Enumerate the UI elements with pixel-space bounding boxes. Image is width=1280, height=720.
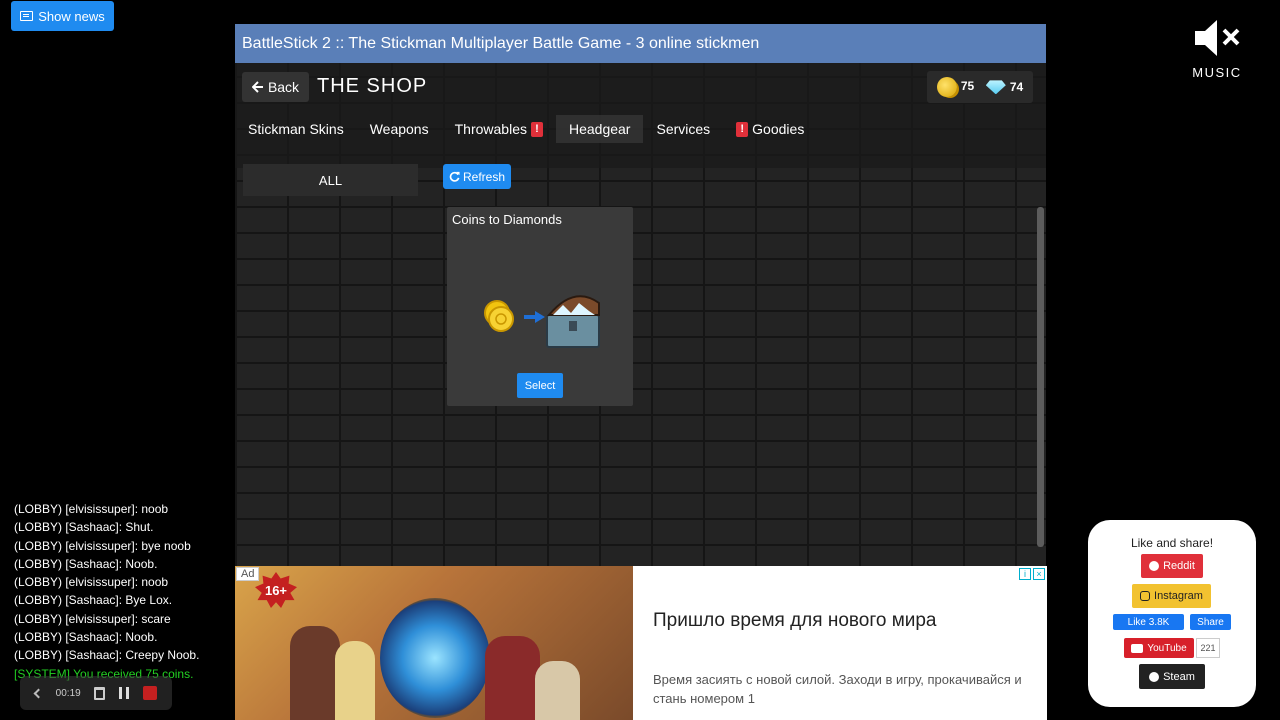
ad-character <box>335 641 375 720</box>
arrow-left-icon <box>251 81 263 93</box>
currency-panel: 75 74 <box>927 71 1033 103</box>
coin-icon <box>936 77 957 97</box>
youtube-icon <box>1131 643 1144 653</box>
ad-headline: Пришло время для нового мира <box>653 610 937 631</box>
diamond-icon <box>985 80 1006 95</box>
select-button[interactable]: Select <box>517 373 563 398</box>
shop-title: THE SHOP <box>317 75 428 97</box>
chat-log: (LOBBY) [elvisissuper]: noob (LOBBY) [Sa… <box>14 500 229 683</box>
facebook-like-button[interactable]: Like 3.8K <box>1113 614 1184 630</box>
chat-message: (LOBBY) [elvisissuper]: noob <box>14 502 169 516</box>
trash-icon[interactable] <box>94 686 106 700</box>
coins-to-chest-image <box>484 295 600 348</box>
music-label: MUSIC <box>1192 65 1242 80</box>
ad-info-icon[interactable]: i <box>1019 568 1031 580</box>
chevron-left-icon[interactable] <box>33 688 44 698</box>
refresh-icon <box>449 171 460 182</box>
back-label: Back <box>267 79 300 95</box>
refresh-button[interactable]: Refresh <box>443 164 511 189</box>
chat-message: (LOBBY) [elvisissuper]: noob <box>14 575 169 590</box>
pause-icon[interactable] <box>119 687 130 699</box>
shop-header: Back THE SHOP 75 74 Stickman Skins Weapo… <box>235 63 1046 168</box>
ad-character <box>485 636 540 720</box>
chat-message: (LOBBY) [Sashaac]: Bye Lox. <box>14 593 173 608</box>
reddit-icon <box>1149 561 1160 571</box>
game-window: BattleStick 2 :: The Stickman Multiplaye… <box>235 24 1046 566</box>
advertisement-banner[interactable]: 16+ Ad i × Пришло время для нового мира … <box>235 566 1047 720</box>
chat-message: (LOBBY) [Sashaac]: Shut. <box>14 520 154 535</box>
speaker-muted-icon <box>1195 20 1240 56</box>
share-panel: Like and share! Reddit Instagram Like 3.… <box>1088 520 1256 707</box>
ad-controls: i × <box>1019 568 1045 580</box>
recorder-bar: 00:19 <box>20 676 172 710</box>
share-title: Like and share! <box>1130 536 1214 550</box>
shop-tabs: Stickman Skins Weapons Throwables! Headg… <box>235 115 817 143</box>
game-title: BattleStick 2 :: The Stickman Multiplaye… <box>242 34 760 52</box>
refresh-label: Refresh <box>462 169 506 184</box>
coin-balance: 75 <box>936 77 974 97</box>
reddit-button[interactable]: Reddit <box>1141 554 1203 578</box>
ad-close-icon[interactable]: × <box>1033 568 1045 580</box>
shop-item-card: Coins to Diamonds Select <box>447 207 633 406</box>
instagram-button[interactable]: Instagram <box>1132 584 1211 608</box>
youtube-button[interactable]: YouTube <box>1124 638 1194 658</box>
tab-services[interactable]: Services <box>643 115 723 143</box>
ad-game-art: 16+ <box>235 566 633 720</box>
tab-goodies[interactable]: ! Goodies <box>723 115 817 143</box>
item-title: Coins to Diamonds <box>452 212 562 227</box>
tab-throwables[interactable]: Throwables! <box>442 115 556 143</box>
ad-description: Время засиять с новой силой. Заходи в иг… <box>653 672 1022 706</box>
instagram-icon <box>1140 591 1151 601</box>
music-toggle[interactable]: MUSIC <box>1188 18 1246 80</box>
ad-tag: Ad <box>236 567 260 581</box>
page-root: Show news MUSIC BattleStick 2 :: The Sti… <box>0 0 1280 720</box>
youtube-count: 221 <box>1196 638 1220 658</box>
stop-icon[interactable] <box>143 686 158 700</box>
shop-scrollbar[interactable] <box>1037 207 1044 547</box>
chat-message: (LOBBY) [elvisissuper]: scare <box>14 611 171 626</box>
steam-button[interactable]: Steam <box>1139 664 1205 689</box>
chat-message: (LOBBY) [Sashaac]: Noob. <box>14 556 158 571</box>
show-news-button[interactable]: Show news <box>11 1 114 31</box>
newspaper-icon <box>20 11 34 21</box>
age-rating-badge: 16+ <box>255 572 297 608</box>
chat-message: (LOBBY) [Sashaac]: Creepy Noob. <box>14 648 200 663</box>
back-button[interactable]: Back <box>242 72 309 102</box>
ad-portal-art <box>380 598 490 718</box>
tab-stickman-skins[interactable]: Stickman Skins <box>235 115 357 143</box>
diamond-balance: 74 <box>985 80 1023 95</box>
chat-message: (LOBBY) [elvisissuper]: bye noob <box>14 538 191 553</box>
alert-icon: ! <box>736 121 749 137</box>
ad-character <box>290 626 340 720</box>
facebook-share-button[interactable]: Share <box>1190 614 1231 630</box>
show-news-label: Show news <box>38 8 105 24</box>
alert-icon: ! <box>530 121 543 137</box>
recorder-time: 00:19 <box>55 687 81 699</box>
steam-icon <box>1149 671 1160 682</box>
chat-message: (LOBBY) [Sashaac]: Noob. <box>14 630 158 645</box>
game-titlebar: BattleStick 2 :: The Stickman Multiplaye… <box>235 24 1046 63</box>
tab-weapons[interactable]: Weapons <box>357 115 442 143</box>
tab-headgear[interactable]: Headgear <box>555 115 644 143</box>
ad-character <box>535 661 580 720</box>
category-all[interactable]: ALL <box>243 164 418 196</box>
